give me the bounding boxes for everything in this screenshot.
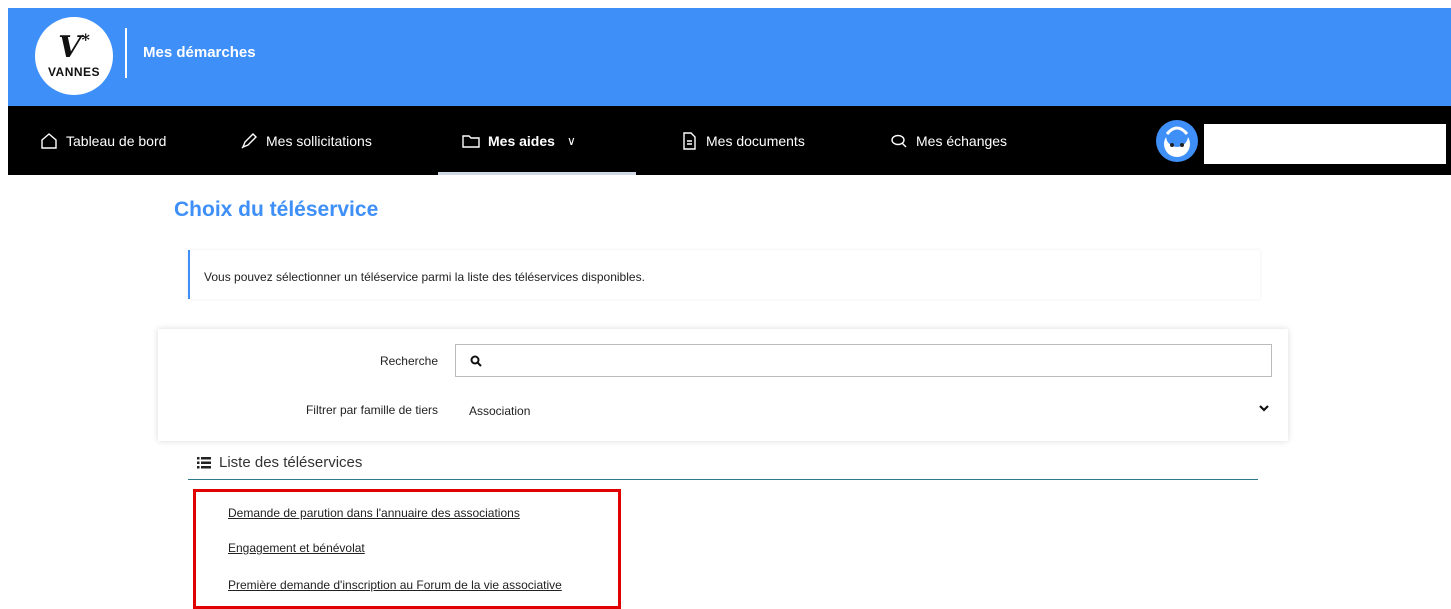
info-message: Vous pouvez sélectionner un téléservice … [188, 250, 1260, 299]
list-icon [197, 456, 211, 468]
logo-mark: V* [58, 30, 90, 65]
page-title: Choix du téléservice [174, 198, 379, 221]
user-avatar[interactable] [1156, 120, 1198, 162]
main-nav: Tableau de bord Mes sollicitations Mes a… [8, 106, 1451, 175]
nav-item-label: Mes documents [706, 132, 805, 149]
logo-wordmark: VANNES [47, 65, 101, 79]
nav-item-mes-aides[interactable]: Mes aides ∨ [462, 106, 576, 175]
nav-item-mes-documents[interactable]: Mes documents [680, 106, 805, 175]
teleservice-link[interactable]: Première demande d'inscription au Forum … [228, 578, 562, 592]
home-icon [41, 132, 57, 149]
folder-icon [462, 134, 480, 148]
search-field[interactable] [455, 344, 1272, 377]
active-tab-indicator [438, 172, 636, 175]
nav-item-label: Tableau de bord [66, 132, 167, 149]
pen-icon [241, 132, 257, 148]
search-label: Recherche [379, 354, 438, 368]
list-title: Liste des téléservices [219, 454, 363, 471]
nav-item-label: Mes échanges [916, 132, 1008, 149]
nav-item-mes-sollicitations[interactable]: Mes sollicitations [240, 106, 372, 175]
select-value: Association [469, 404, 531, 418]
filter-label: Filtrer par famille de tiers [305, 403, 438, 417]
teleservice-link[interactable]: Engagement et bénévolat [228, 541, 365, 555]
username-display[interactable] [1204, 124, 1446, 164]
header-divider [125, 28, 127, 78]
app-title: Mes démarches [143, 44, 256, 61]
info-text: Vous pouvez sélectionner un téléservice … [204, 270, 645, 284]
nav-item-tableau-de-bord[interactable]: Tableau de bord [40, 106, 166, 175]
search-panel: Recherche Filtrer par famille de tiers A… [158, 329, 1288, 441]
document-icon [683, 131, 696, 150]
list-divider [188, 479, 1258, 480]
search-input[interactable] [492, 349, 1256, 373]
chat-icon [891, 134, 907, 147]
top-header: V* VANNES Mes démarches [8, 8, 1451, 106]
nav-item-label: Mes aides [488, 132, 555, 149]
nav-item-label: Mes sollicitations [266, 132, 372, 149]
tiers-family-select[interactable]: Association [455, 395, 1272, 425]
list-header: Liste des téléservices [197, 454, 362, 471]
nav-item-mes-echanges[interactable]: Mes échanges [890, 106, 1007, 175]
teleservice-link[interactable]: Demande de parution dans l'annuaire des … [228, 506, 520, 520]
vannes-logo[interactable]: V* VANNES [35, 17, 113, 95]
avatar-icon [1164, 125, 1190, 157]
search-icon [470, 355, 482, 367]
chevron-down-icon: ∨ [566, 133, 576, 148]
chevron-down-icon [1259, 405, 1269, 412]
